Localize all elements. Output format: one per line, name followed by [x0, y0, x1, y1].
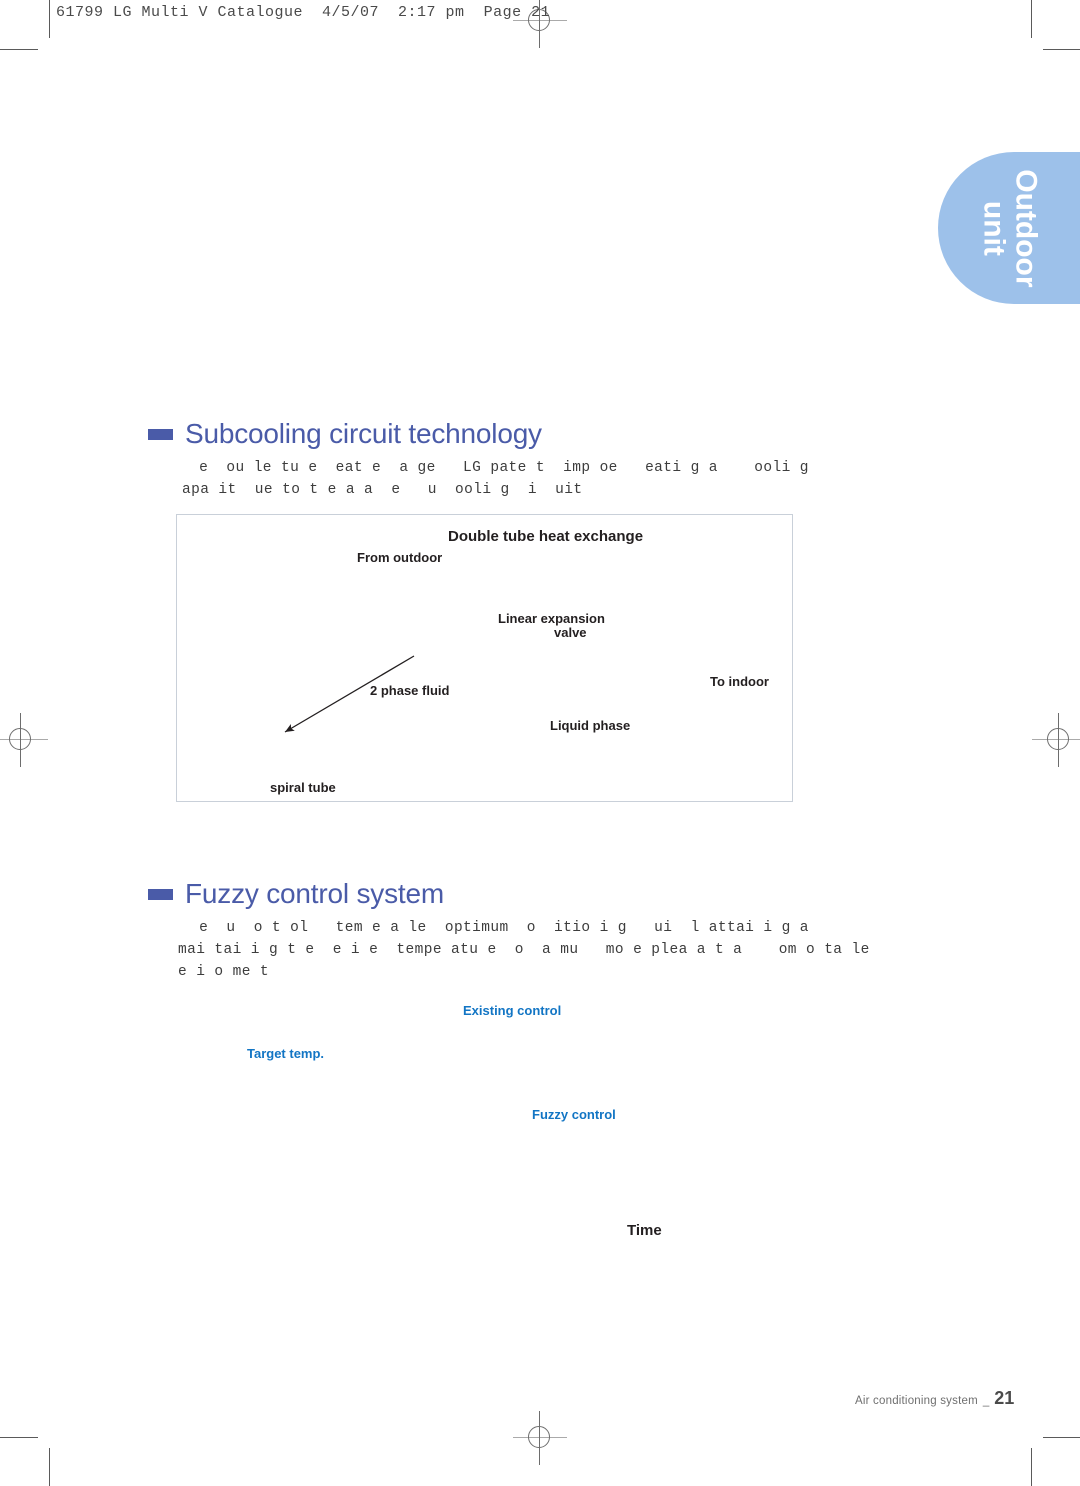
page-canvas: 61799 LG Multi V Catalogue 4/5/07 2:17 p…: [0, 0, 1080, 1486]
crop-mark-bottom-right-horizontal: [1043, 1437, 1080, 1438]
section-body-fuzzy-line2: mai tai i g t e e i e tempe atu e o a mu…: [178, 942, 870, 958]
footer-label: Air conditioning system: [855, 1395, 978, 1407]
footer-page-number: 21: [994, 1388, 1015, 1408]
chart-axis-label-time: Time: [627, 1222, 662, 1239]
two-phase-fluid-arrow-icon: [284, 655, 415, 733]
diagram-label-liquid-phase: Liquid phase: [550, 718, 631, 733]
section-heading-subcooling: Subcooling circuit technology: [148, 418, 542, 450]
diagram-label-2-phase-fluid: 2 phase fluid: [370, 683, 450, 698]
diagram-label-from-outdoor: From outdoor: [357, 550, 443, 565]
diagram-label-valve: valve: [554, 625, 587, 640]
page-footer: Air conditioning system _ 21: [855, 1388, 1014, 1409]
section-title-subcooling: Subcooling circuit technology: [185, 418, 542, 449]
crop-mark-bottom-left-horizontal: [0, 1437, 38, 1438]
chart-annotation-existing-control: Existing control: [463, 1003, 562, 1018]
section-body-subcooling-line1: e ou le tu e eat e a ge LG pate t imp oe…: [190, 460, 809, 476]
crop-mark-top-right-horizontal: [1043, 49, 1080, 50]
heading-bullet-icon: [148, 888, 173, 900]
section-body-subcooling-line2: apa it ue to t e a a e u ooli g i uit: [182, 482, 583, 498]
double-tube-heat-exchange-diagram: Double tube heat exchange From outdoor L…: [176, 514, 793, 802]
fuzzy-control-chart: Existing control Target temp. Fuzzy cont…: [176, 990, 876, 1260]
outdoor-unit-tab-line1: Outdoor: [1009, 168, 1043, 288]
registration-mark-bottom-center: [513, 1411, 567, 1465]
outdoor-unit-tab-line2: unit: [977, 200, 1010, 256]
diagram-label-spiral-tube: spiral tube: [270, 780, 336, 795]
crop-mark-bottom-right-vertical: [1031, 1448, 1032, 1486]
chart-annotation-target-temp: Target temp.: [247, 1046, 325, 1061]
crop-mark-top-left-vertical: [49, 0, 50, 38]
heading-bullet-icon: [148, 428, 173, 440]
diagram-label-linear-expansion: Linear expansion: [498, 611, 605, 626]
diagram-title: Double tube heat exchange: [448, 528, 644, 545]
chart-annotation-fuzzy-control: Fuzzy control: [532, 1107, 616, 1122]
footer-separator: _: [982, 1395, 990, 1407]
diagram-label-to-indoor: To indoor: [710, 674, 769, 689]
crop-mark-top-left-horizontal: [0, 49, 38, 50]
registration-mark-left-center: [0, 713, 48, 767]
prepress-slug-line: 61799 LG Multi V Catalogue 4/5/07 2:17 p…: [56, 4, 551, 21]
section-title-fuzzy-control: Fuzzy control system: [185, 878, 444, 909]
outdoor-unit-tab-text: Outdoor unit: [938, 152, 1080, 304]
outdoor-unit-tab: Outdoor unit: [938, 152, 1080, 304]
section-heading-fuzzy-control: Fuzzy control system: [148, 878, 444, 910]
registration-mark-right-center: [1032, 713, 1080, 767]
crop-mark-bottom-left-vertical: [49, 1448, 50, 1486]
crop-mark-top-right-vertical: [1031, 0, 1032, 38]
section-body-fuzzy-line1: e u o t ol tem e a le optimum o itio i g…: [190, 920, 809, 936]
section-body-fuzzy-line3: e i o me t: [178, 964, 270, 980]
